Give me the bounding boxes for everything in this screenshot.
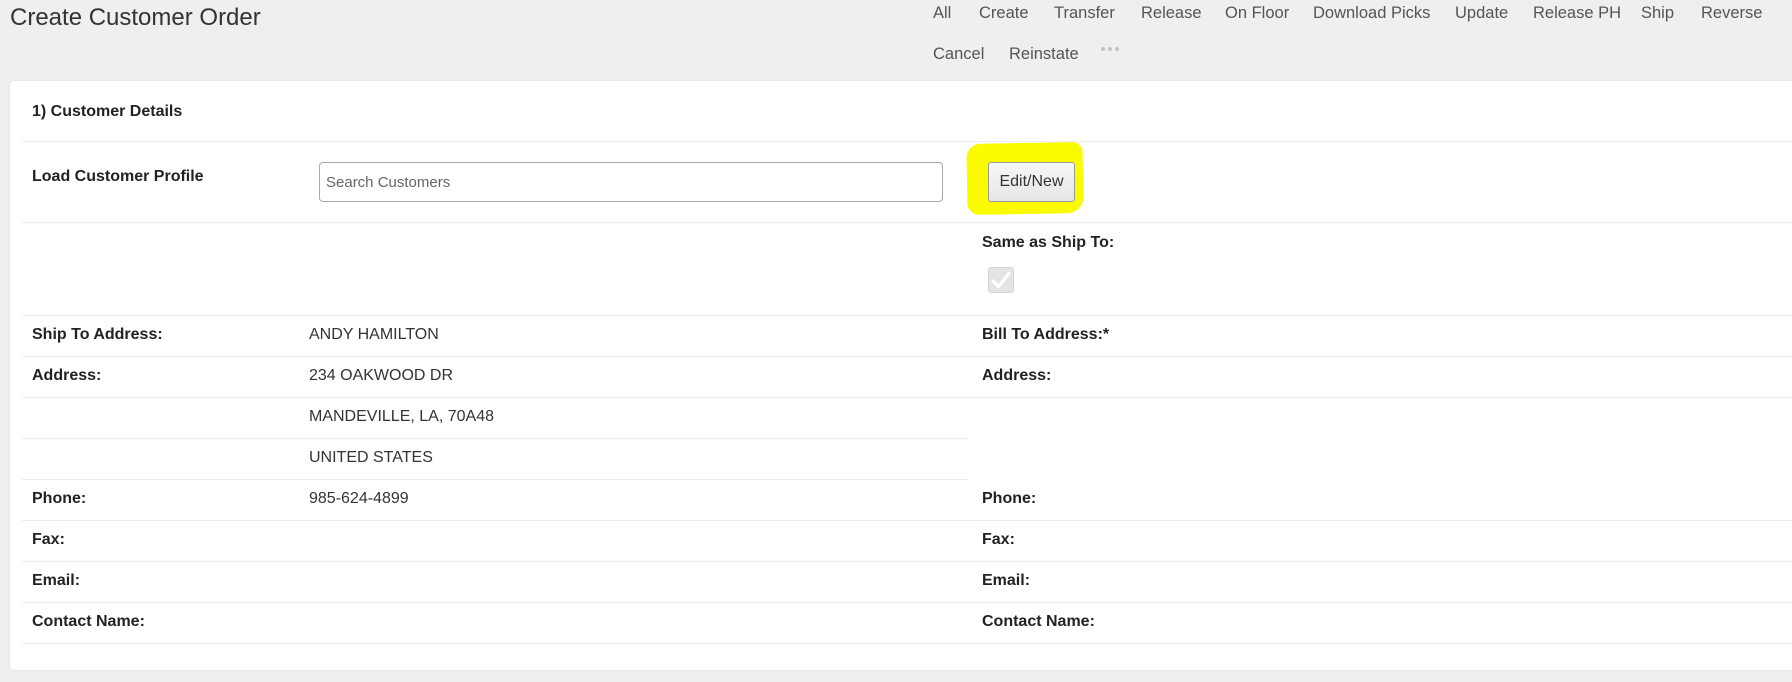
bill-to-label: Bill To Address:* <box>982 326 1110 343</box>
ship-email-label: Email: <box>32 572 81 589</box>
ship-address-label: Address: <box>32 367 102 384</box>
nav-transfer[interactable]: Transfer <box>1054 4 1115 23</box>
nav-cancel[interactable]: Cancel <box>933 45 984 64</box>
ship-address-line3: UNITED STATES <box>309 449 433 466</box>
divider <box>22 561 1792 562</box>
nav-on-floor[interactable]: On Floor <box>1225 4 1289 23</box>
divider <box>22 356 1792 357</box>
nav-all[interactable]: All <box>933 4 951 23</box>
ship-phone-value: 985-624-4899 <box>309 490 409 507</box>
divider <box>22 397 1792 398</box>
section-title: 1) Customer Details <box>32 103 183 120</box>
same-as-ship-to-label: Same as Ship To: <box>982 234 1115 251</box>
nav-create[interactable]: Create <box>979 4 1029 23</box>
bill-address-label: Address: <box>982 367 1052 384</box>
divider <box>22 520 1792 521</box>
nav-ship[interactable]: Ship <box>1641 4 1674 23</box>
ship-to-label: Ship To Address: <box>32 326 163 343</box>
customer-details-card: 1) Customer Details Load Customer Profil… <box>10 81 1792 670</box>
ship-contact-label: Contact Name: <box>32 613 145 630</box>
nav-reverse[interactable]: Reverse <box>1701 4 1762 23</box>
bill-contact-label: Contact Name: <box>982 613 1095 630</box>
ship-address-line1: 234 OAKWOOD DR <box>309 367 454 384</box>
divider <box>22 479 968 480</box>
ellipsis-icon[interactable] <box>1101 47 1119 51</box>
bill-fax-label: Fax: <box>982 531 1015 548</box>
edit-new-button[interactable]: Edit/New <box>988 162 1075 202</box>
load-profile-label: Load Customer Profile <box>32 168 204 185</box>
nav-release[interactable]: Release <box>1141 4 1202 23</box>
nav-release-ph[interactable]: Release PH <box>1533 4 1621 23</box>
check-icon <box>991 271 1011 289</box>
divider <box>22 315 1792 316</box>
bill-email-label: Email: <box>982 572 1031 589</box>
ship-phone-label: Phone: <box>32 490 87 507</box>
nav-reinstate[interactable]: Reinstate <box>1009 45 1079 64</box>
nav-update[interactable]: Update <box>1455 4 1508 23</box>
action-toolbar: All Create Transfer Release On Floor Dow… <box>0 0 1792 80</box>
bill-phone-label: Phone: <box>982 490 1037 507</box>
divider <box>22 141 1792 142</box>
same-as-ship-to-checkbox[interactable] <box>988 267 1014 293</box>
ship-fax-label: Fax: <box>32 531 65 548</box>
search-customers-input[interactable] <box>319 162 943 202</box>
nav-download-picks[interactable]: Download Picks <box>1313 4 1430 23</box>
divider <box>22 222 1792 223</box>
ship-to-name: ANDY HAMILTON <box>309 326 439 343</box>
divider <box>22 602 1792 603</box>
ship-address-line2: MANDEVILLE, LA, 70A48 <box>309 408 494 425</box>
divider <box>22 438 968 439</box>
divider <box>22 643 1792 644</box>
